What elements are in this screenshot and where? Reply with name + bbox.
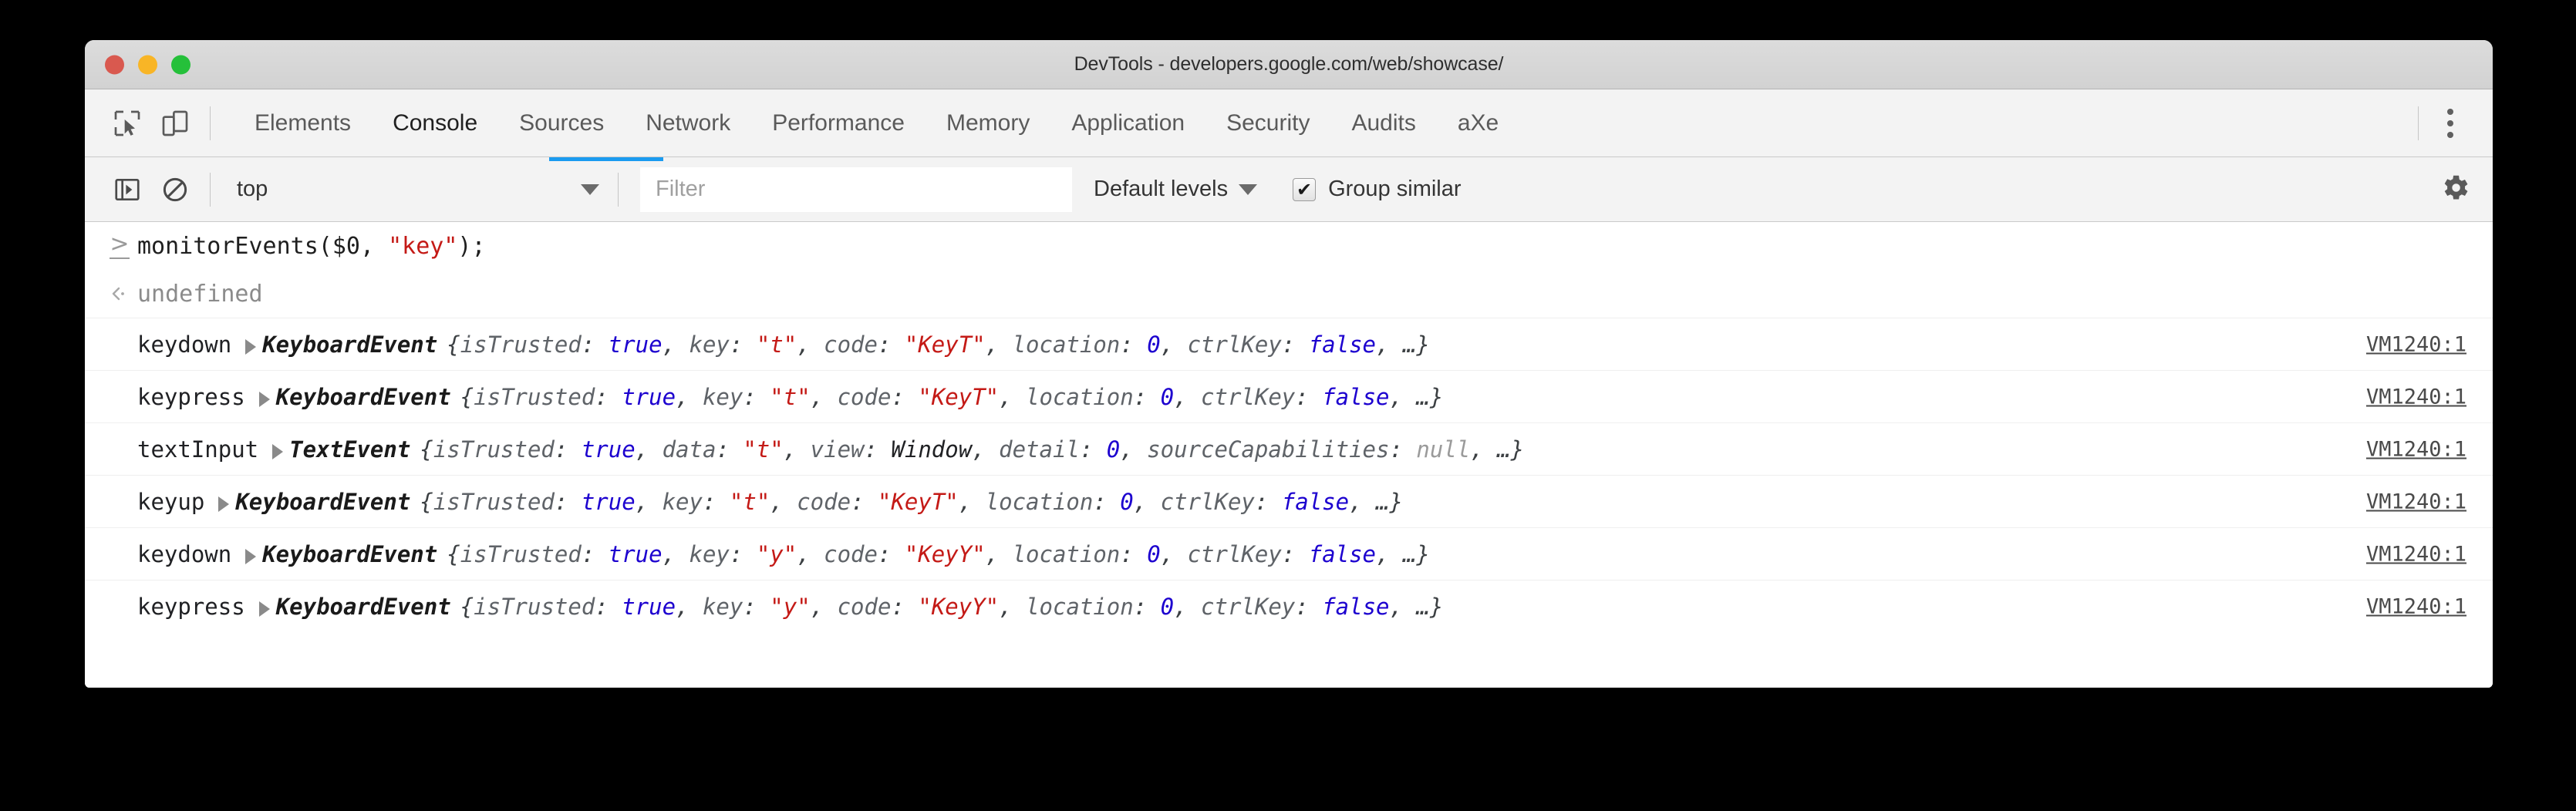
- console-event-row[interactable]: keypress KeyboardEvent {isTrusted: true, k…: [85, 370, 2493, 422]
- expand-triangle-icon[interactable]: [218, 496, 229, 512]
- tab-audits[interactable]: Audits: [1330, 89, 1436, 156]
- event-type: keypress: [137, 384, 245, 410]
- event-message: keypress KeyboardEvent {isTrusted: true, k…: [102, 594, 1443, 620]
- close-window-button[interactable]: [105, 55, 124, 74]
- context-filter-divider: [618, 173, 619, 207]
- devtools-tabbar: Elements Console Sources Network Perform…: [85, 89, 2493, 157]
- event-message: keyup KeyboardEvent {isTrusted: true, key:…: [102, 489, 1403, 515]
- source-link[interactable]: VM1240:1: [2366, 594, 2466, 618]
- console-event-row[interactable]: keydown KeyboardEvent {isTrusted: true, ke…: [85, 318, 2493, 370]
- source-link[interactable]: VM1240:1: [2366, 490, 2466, 513]
- event-message: keypress KeyboardEvent {isTrusted: true, k…: [102, 384, 1443, 410]
- screenshot-root: DevTools - developers.google.com/web/sho…: [0, 0, 2576, 811]
- event-constructor: KeyboardEvent: [235, 489, 410, 515]
- group-similar-label: Group similar: [1328, 177, 1461, 202]
- event-constructor: KeyboardEvent: [276, 594, 451, 620]
- dot-1: [2447, 109, 2453, 115]
- source-link[interactable]: VM1240:1: [2366, 542, 2466, 566]
- execution-context-value: top: [237, 177, 581, 202]
- command-tail: );: [457, 233, 485, 260]
- chevron-down-icon: [581, 184, 599, 195]
- window-titlebar: DevTools - developers.google.com/web/sho…: [85, 40, 2493, 89]
- tab-security[interactable]: Security: [1205, 89, 1330, 156]
- minimize-window-button[interactable]: [138, 55, 157, 74]
- event-type: keyup: [137, 489, 204, 515]
- dot-2: [2447, 120, 2453, 126]
- expand-triangle-icon[interactable]: [245, 549, 256, 564]
- tab-console[interactable]: Console: [372, 89, 498, 156]
- window-title: DevTools - developers.google.com/web/sho…: [85, 53, 2493, 76]
- console-event-row[interactable]: keyup KeyboardEvent {isTrusted: true, key:…: [85, 475, 2493, 527]
- event-constructor: KeyboardEvent: [262, 541, 437, 567]
- console-message-list[interactable]: > monitorEvents($0, "key"); undefined ke…: [85, 222, 2493, 688]
- tab-network[interactable]: Network: [625, 89, 751, 156]
- prompt-arrow-icon: >: [102, 233, 137, 259]
- console-toolbar: top Default levels ✔ Group similar: [85, 157, 2493, 222]
- event-message: textInput TextEvent {isTrusted: true, data…: [102, 436, 1524, 463]
- tabbar-right-group: [2407, 89, 2493, 156]
- expand-triangle-icon[interactable]: [272, 444, 283, 459]
- event-type: keypress: [137, 594, 245, 620]
- tab-axe[interactable]: aXe: [1437, 89, 1519, 156]
- group-similar-checkbox[interactable]: ✔: [1293, 178, 1316, 201]
- panel-tabs: Elements Console Sources Network Perform…: [234, 89, 1519, 156]
- console-sidebar-toggle-icon[interactable]: [103, 166, 151, 214]
- devtools-window: DevTools - developers.google.com/web/sho…: [85, 40, 2493, 688]
- group-similar-toggle[interactable]: ✔ Group similar: [1293, 177, 1461, 202]
- console-input-row: > monitorEvents($0, "key");: [85, 222, 2493, 270]
- tabbar-right-divider: [2418, 106, 2419, 140]
- window-controls: [105, 55, 191, 74]
- clear-console-icon[interactable]: [151, 166, 199, 214]
- execution-context-select[interactable]: top: [221, 170, 607, 210]
- event-message: keydown KeyboardEvent {isTrusted: true, ke…: [102, 541, 1430, 567]
- tab-elements[interactable]: Elements: [234, 89, 372, 156]
- expand-triangle-icon[interactable]: [245, 339, 256, 355]
- console-event-row[interactable]: keydown KeyboardEvent {isTrusted: true, ke…: [85, 527, 2493, 580]
- command-string-literal: "key": [388, 233, 457, 260]
- event-type: keydown: [137, 331, 231, 358]
- event-properties: {isTrusted: true, key: "t", code: "KeyT"…: [420, 489, 1403, 515]
- chevron-down-icon: [1239, 184, 1257, 195]
- tab-sources[interactable]: Sources: [498, 89, 625, 156]
- result-arrow-icon: [102, 286, 137, 301]
- event-constructor: KeyboardEvent: [262, 331, 437, 358]
- event-properties: {isTrusted: true, key: "t", code: "KeyT"…: [447, 331, 1430, 358]
- expand-triangle-icon[interactable]: [259, 392, 270, 407]
- filter-input[interactable]: [640, 167, 1072, 212]
- event-properties: {isTrusted: true, key: "y", code: "KeyY"…: [447, 541, 1430, 567]
- event-constructor: KeyboardEvent: [276, 384, 451, 410]
- source-link[interactable]: VM1240:1: [2366, 437, 2466, 461]
- tab-memory[interactable]: Memory: [926, 89, 1050, 156]
- event-properties: {isTrusted: true, data: "t", view: Windo…: [420, 436, 1524, 463]
- device-toolbar-icon[interactable]: [151, 99, 199, 147]
- more-options-icon[interactable]: [2429, 103, 2471, 144]
- expand-triangle-icon[interactable]: [259, 601, 270, 617]
- dot-3: [2447, 132, 2453, 138]
- console-result-value: undefined: [137, 281, 263, 308]
- command-head: monitorEvents($0,: [137, 233, 388, 260]
- tab-performance[interactable]: Performance: [751, 89, 926, 156]
- console-event-row[interactable]: keypress KeyboardEvent {isTrusted: true, k…: [85, 580, 2493, 632]
- source-link[interactable]: VM1240:1: [2366, 385, 2466, 409]
- event-constructor: TextEvent: [289, 436, 410, 463]
- maximize-window-button[interactable]: [171, 55, 191, 74]
- tab-application[interactable]: Application: [1050, 89, 1205, 156]
- event-type: textInput: [137, 436, 258, 463]
- console-command: monitorEvents($0, "key");: [137, 233, 486, 260]
- event-properties: {isTrusted: true, key: "y", code: "KeyY"…: [460, 594, 1444, 620]
- event-type: keydown: [137, 541, 231, 567]
- source-link[interactable]: VM1240:1: [2366, 332, 2466, 356]
- toolbar-divider: [210, 106, 211, 140]
- toolbar-right-group: [2439, 171, 2471, 207]
- event-message: keydown KeyboardEvent {isTrusted: true, ke…: [102, 331, 1430, 358]
- settings-gear-icon[interactable]: [2439, 171, 2471, 207]
- active-tab-indicator: [549, 157, 663, 161]
- log-levels-select[interactable]: Default levels: [1094, 177, 1265, 202]
- console-result-row: undefined: [85, 270, 2493, 318]
- event-properties: {isTrusted: true, key: "t", code: "KeyT"…: [460, 384, 1444, 410]
- console-toolbar-divider: [210, 173, 211, 207]
- console-event-row[interactable]: textInput TextEvent {isTrusted: true, data…: [85, 422, 2493, 475]
- inspect-element-icon[interactable]: [103, 99, 151, 147]
- log-levels-label: Default levels: [1094, 177, 1228, 202]
